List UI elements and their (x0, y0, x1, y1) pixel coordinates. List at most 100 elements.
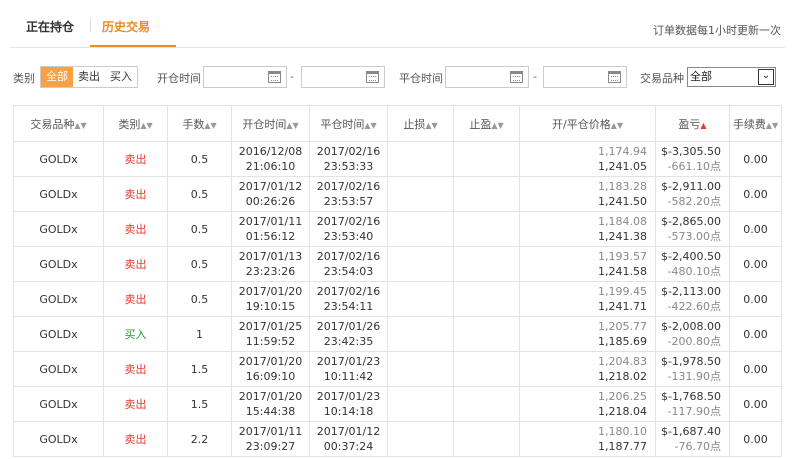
table-row: GOLDx 卖出 2.2 2017/01/11 23:09:27 2017/01/12 00… (13, 421, 782, 457)
open-time: 19:10:15 (245, 300, 296, 313)
col-price-header[interactable]: 开/平仓价格▲▼ (519, 105, 656, 142)
calendar-icon[interactable] (608, 71, 621, 83)
table-row: GOLDx 卖出 0.5 2017/01/11 01:56:12 2017/02/16 23… (13, 211, 782, 247)
chevron-down-icon[interactable]: ⌄ (758, 69, 774, 85)
pl-points: -422.60点 (667, 300, 721, 313)
cell-lots: 0.5 (167, 211, 232, 247)
col-stop-loss-header[interactable]: 止损▲▼ (387, 105, 454, 142)
cell-price: 1,204.83 1,218.02 (519, 351, 656, 387)
close-price: 1,241.58 (598, 265, 647, 278)
open-time-label: 开仓时间 (157, 72, 201, 85)
cell-lots: 1 (167, 316, 232, 352)
table-row: GOLDx 卖出 0.5 2017/01/13 23:23:26 2017/02/16 23… (13, 246, 782, 282)
cell-close-time: 2017/02/16 23:53:40 (309, 211, 388, 247)
cell-price: 1,180.10 1,187.77 (519, 421, 656, 457)
cell-open-time: 2017/01/20 15:44:38 (231, 386, 310, 422)
pl-amount: $-2,865.00 (661, 215, 721, 228)
cell-take-profit (453, 211, 520, 247)
pl-points: -480.10点 (667, 265, 721, 278)
close-date: 2017/02/16 (316, 145, 381, 158)
cell-symbol: GOLDx (13, 316, 104, 352)
cell-stop-loss (387, 176, 454, 212)
cell-pl: $-2,008.00 -200.80点 (655, 316, 730, 352)
cell-price: 1,206.25 1,218.04 (519, 386, 656, 422)
tab-open-positions[interactable]: 正在持仓 (26, 18, 74, 35)
open-time-end-input[interactable] (301, 66, 385, 88)
cell-close-time: 2017/01/23 10:11:42 (309, 351, 388, 387)
cell-close-time: 2017/02/16 23:53:33 (309, 141, 388, 177)
cell-pl: $-2,865.00 -573.00点 (655, 211, 730, 247)
sort-icon: ▲▼ (491, 120, 504, 130)
cell-close-time: 2017/01/12 00:37:24 (309, 421, 388, 457)
cell-lots: 0.5 (167, 281, 232, 317)
open-date: 2017/01/20 (238, 355, 303, 368)
table-row: GOLDx 买入 1 2017/01/25 11:59:52 2017/01/26 23:4… (13, 316, 782, 352)
cell-pl: $-2,400.50 -480.10点 (655, 246, 730, 282)
pl-points: -131.90点 (667, 370, 721, 383)
close-time-start-input[interactable] (445, 66, 529, 88)
open-time-start-input[interactable] (203, 66, 287, 88)
date-range-dash: - (290, 70, 294, 83)
pl-amount: $-1,978.50 (661, 355, 721, 368)
open-price: 1,205.77 (598, 320, 647, 333)
calendar-icon[interactable] (366, 71, 379, 83)
col-take-profit-header[interactable]: 止盈▲▼ (453, 105, 520, 142)
sort-icon: ▲▼ (364, 120, 377, 130)
cell-pl: $-3,305.50 -661.10点 (655, 141, 730, 177)
open-date: 2017/01/25 (238, 320, 303, 333)
open-time: 15:44:38 (245, 405, 296, 418)
cell-symbol: GOLDx (13, 421, 104, 457)
cell-symbol: GOLDx (13, 246, 104, 282)
close-date: 2017/01/12 (316, 425, 381, 438)
pl-amount: $-2,911.00 (661, 180, 721, 193)
col-fee-header[interactable]: 手续费▲▼ (729, 105, 782, 142)
cell-close-time: 2017/02/16 23:53:57 (309, 176, 388, 212)
calendar-icon[interactable] (268, 71, 281, 83)
cell-type: 卖出 (103, 141, 168, 177)
cell-open-time: 2017/01/12 00:26:26 (231, 176, 310, 212)
close-time: 00:37:24 (323, 440, 374, 453)
cell-pl: $-1,687.40 -76.70点 (655, 421, 730, 457)
col-label: 类别 (118, 117, 141, 131)
cell-stop-loss (387, 141, 454, 177)
open-date: 2017/01/11 (238, 425, 303, 438)
cell-close-time: 2017/02/16 23:54:11 (309, 281, 388, 317)
cell-symbol: GOLDx (13, 211, 104, 247)
calendar-icon[interactable] (510, 71, 523, 83)
cell-lots: 0.5 (167, 246, 232, 282)
col-lots-header[interactable]: 手数▲▼ (167, 105, 232, 142)
open-date: 2017/01/12 (238, 180, 303, 193)
tab-history[interactable]: 历史交易 (102, 18, 150, 35)
category-buy-option[interactable]: 买入 (105, 67, 137, 87)
close-time-end-input[interactable] (543, 66, 627, 88)
history-table: 交易品种▲▼ 类别▲▼ 手数▲▼ 开仓时间▲▼ 平仓时间▲▼ 止损▲▼ 止盈▲▼… (13, 105, 782, 457)
cell-lots: 1.5 (167, 386, 232, 422)
open-price: 1,204.83 (598, 355, 647, 368)
col-open-time-header[interactable]: 开仓时间▲▼ (231, 105, 310, 142)
tab-bar: 正在持仓 历史交易 订单数据每1小时更新一次 (10, 0, 785, 48)
open-date: 2017/01/13 (238, 250, 303, 263)
cell-open-time: 2016/12/08 21:06:10 (231, 141, 310, 177)
cell-stop-loss (387, 421, 454, 457)
cell-close-time: 2017/01/23 10:14:18 (309, 386, 388, 422)
product-label: 交易品种 (640, 72, 684, 85)
cell-pl: $-2,113.00 -422.60点 (655, 281, 730, 317)
pl-amount: $-2,400.50 (661, 250, 721, 263)
col-type-header[interactable]: 类别▲▼ (103, 105, 168, 142)
col-pl-header[interactable]: 盈亏▲ (655, 105, 730, 142)
cell-pl: $-1,978.50 -131.90点 (655, 351, 730, 387)
cell-fee: 0.00 (729, 211, 782, 247)
cell-take-profit (453, 281, 520, 317)
category-all-option[interactable]: 全部 (41, 67, 73, 87)
pl-points: -582.20点 (667, 195, 721, 208)
product-select[interactable]: 全部 ⌄ (687, 67, 776, 87)
col-close-time-header[interactable]: 平仓时间▲▼ (309, 105, 388, 142)
pl-amount: $-1,687.40 (661, 425, 721, 438)
close-date: 2017/02/16 (316, 285, 381, 298)
close-price: 1,218.04 (598, 405, 647, 418)
open-price: 1,174.94 (598, 145, 647, 158)
close-time: 23:54:11 (323, 300, 374, 313)
close-time-label: 平仓时间 (399, 72, 443, 85)
category-sell-option[interactable]: 卖出 (73, 67, 105, 87)
col-symbol-header[interactable]: 交易品种▲▼ (13, 105, 104, 142)
